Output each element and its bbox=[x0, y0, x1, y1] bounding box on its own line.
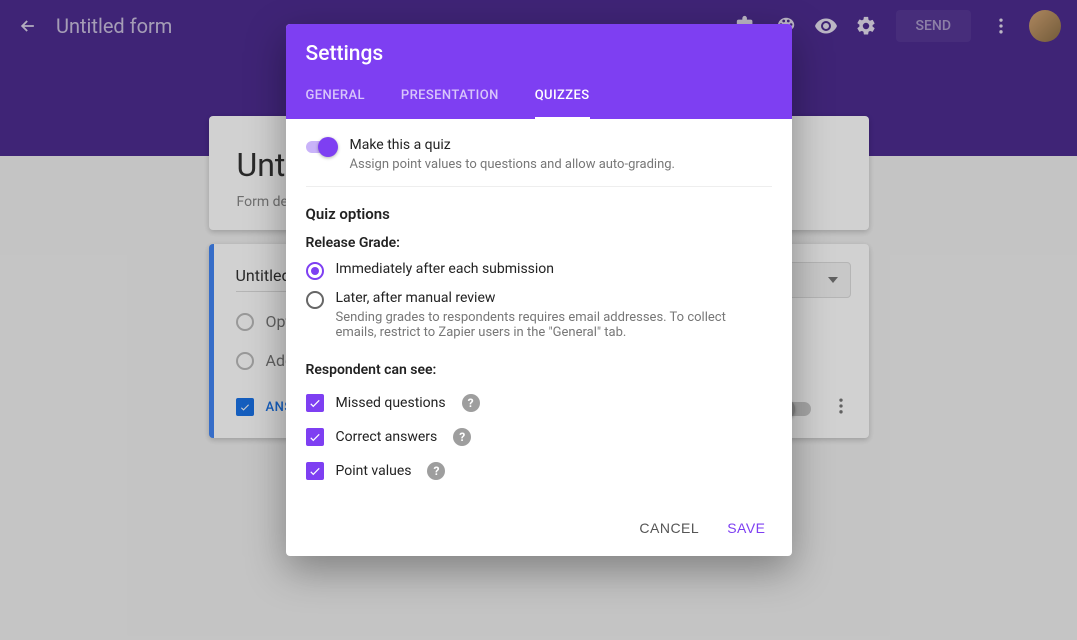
make-quiz-label: Make this a quiz bbox=[350, 137, 676, 153]
make-quiz-row: Make this a quiz Assign point values to … bbox=[306, 137, 772, 187]
radio-selected-icon bbox=[306, 262, 324, 280]
dialog-header: Settings GENERAL PRESENTATION QUIZZES bbox=[286, 24, 792, 119]
checkbox-missed-label: Missed questions bbox=[336, 395, 446, 411]
checkbox-checked-icon bbox=[306, 428, 324, 446]
release-grade-later[interactable]: Later, after manual review Sending grade… bbox=[306, 290, 772, 340]
make-quiz-toggle[interactable] bbox=[306, 141, 336, 153]
help-icon[interactable]: ? bbox=[427, 462, 445, 480]
checkbox-missed-questions[interactable]: Missed questions ? bbox=[306, 394, 772, 412]
checkbox-checked-icon bbox=[306, 462, 324, 480]
checkbox-checked-icon bbox=[306, 394, 324, 412]
checkbox-point-values[interactable]: Point values ? bbox=[306, 462, 772, 480]
help-icon[interactable]: ? bbox=[453, 428, 471, 446]
checkbox-correct-label: Correct answers bbox=[336, 429, 438, 445]
dialog-title: Settings bbox=[306, 42, 772, 66]
dialog-tabs: GENERAL PRESENTATION QUIZZES bbox=[306, 88, 772, 119]
quiz-options-heading: Quiz options bbox=[306, 205, 772, 223]
tab-presentation[interactable]: PRESENTATION bbox=[401, 88, 499, 119]
checkbox-points-label: Point values bbox=[336, 463, 412, 479]
checkbox-correct-answers[interactable]: Correct answers ? bbox=[306, 428, 772, 446]
release-grade-immediate[interactable]: Immediately after each submission bbox=[306, 261, 772, 280]
respondent-can-see-heading: Respondent can see: bbox=[306, 362, 772, 378]
dialog-body: Make this a quiz Assign point values to … bbox=[286, 119, 792, 506]
save-button[interactable]: SAVE bbox=[727, 520, 765, 536]
help-icon[interactable]: ? bbox=[462, 394, 480, 412]
dialog-actions: CANCEL SAVE bbox=[286, 506, 792, 556]
settings-dialog: Settings GENERAL PRESENTATION QUIZZES Ma… bbox=[286, 24, 792, 556]
release-grade-later-hint: Sending grades to respondents requires e… bbox=[336, 310, 736, 340]
radio-unselected-icon bbox=[306, 291, 324, 309]
release-grade-later-label: Later, after manual review bbox=[336, 290, 736, 306]
cancel-button[interactable]: CANCEL bbox=[639, 520, 699, 536]
release-grade-immediate-label: Immediately after each submission bbox=[336, 261, 555, 277]
tab-general[interactable]: GENERAL bbox=[306, 88, 365, 119]
tab-quizzes[interactable]: QUIZZES bbox=[535, 88, 590, 119]
release-grade-heading: Release Grade: bbox=[306, 235, 772, 251]
make-quiz-description: Assign point values to questions and all… bbox=[350, 157, 676, 172]
